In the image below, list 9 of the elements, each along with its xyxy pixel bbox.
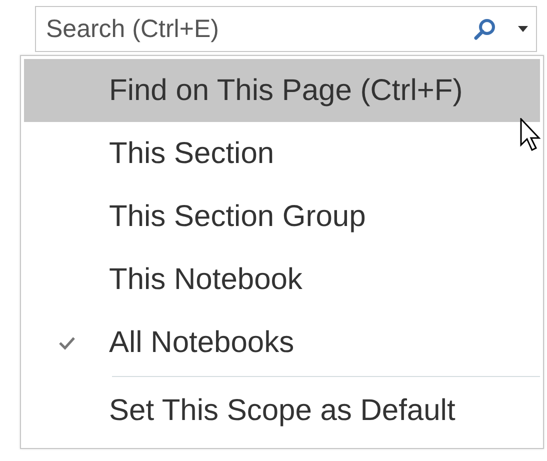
menu-item[interactable]: This Notebook xyxy=(24,248,540,311)
search-icon[interactable] xyxy=(473,17,497,41)
menu-item[interactable]: All Notebooks xyxy=(24,311,540,374)
menu-item[interactable]: This Section xyxy=(24,122,540,185)
menu-item[interactable]: This Section Group xyxy=(24,185,540,248)
menu-item[interactable]: Find on This Page (Ctrl+F) xyxy=(24,59,540,122)
menu-item[interactable]: Set This Scope as Default xyxy=(24,379,540,442)
search-field[interactable]: Search (Ctrl+E) xyxy=(35,6,537,52)
caret-icon[interactable] xyxy=(518,26,528,32)
